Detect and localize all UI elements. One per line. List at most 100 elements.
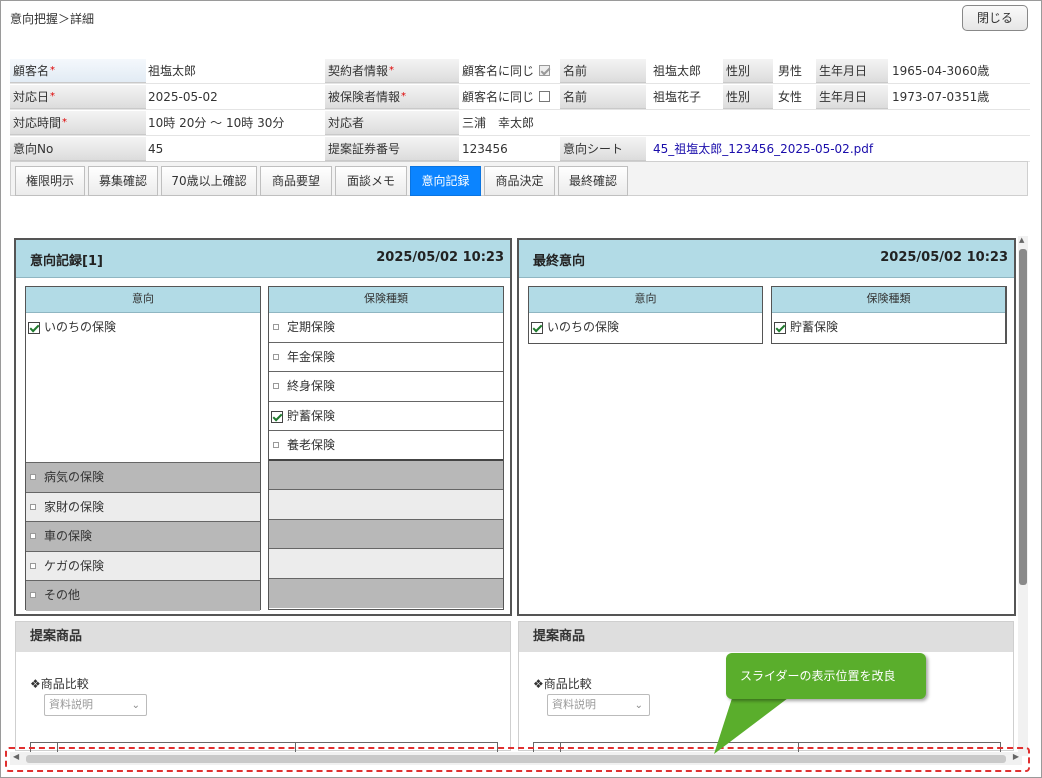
checkbox-checked-icon[interactable] [28,322,40,334]
tab-product-request[interactable]: 商品要望 [260,166,332,196]
tab-solicitation[interactable]: 募集確認 [88,166,158,196]
insured-name-value: 祖塩花子 [653,90,702,104]
final-intent-column: 意向 いのちの保険 [528,286,763,344]
scroll-up-arrow-icon[interactable]: ▲ [1019,236,1024,244]
checkbox-empty-icon[interactable] [30,474,36,480]
insured-info-label: 被保険者情報* [325,85,459,109]
contract-birth-value: 1965-04-30 [892,64,962,78]
checkbox-empty-icon[interactable] [539,91,551,102]
compare-select[interactable]: 資料説明 ⌄ [547,694,650,716]
tab-product-decision[interactable]: 商品決定 [484,166,555,196]
compare-select[interactable]: 資料説明 ⌄ [44,694,147,716]
tab-intent-record[interactable]: 意向記録 [410,166,481,196]
vertical-scrollbar[interactable]: ▲ [1018,236,1028,756]
close-button[interactable]: 閉じる [962,5,1028,31]
insured-gender-label: 性別 [723,85,773,109]
intent-item[interactable]: その他 [26,581,260,611]
proposal-panel-left: 提案商品 ❖商品比較 資料説明 ⌄ [15,621,511,757]
final-intent-panel: 最終意向 2025/05/02 10:23 意向 いのちの保険 保険種類 貯蓄保… [517,238,1016,616]
product-compare-label: ❖商品比較 [533,677,592,691]
type-empty-row [269,490,503,520]
insured-same-checkbox[interactable]: 顧客名に同じ [459,85,559,109]
handler-label: 対応者 [325,111,459,135]
intent-record-header: 意向記録[1] 2025/05/02 10:23 [16,240,510,278]
product-compare-label: ❖商品比較 [30,677,89,691]
intent-item[interactable]: 病気の保険 [26,463,260,493]
intent-item[interactable]: 車の保険 [26,522,260,552]
type-item[interactable]: 養老保険 [269,431,503,461]
checkbox-checked-icon[interactable] [271,410,283,423]
sheet-pdf-link[interactable]: 45_祖塩太郎_123456_2025-05-02.pdf [650,137,950,161]
contract-info-label: 契約者情報* [325,59,459,83]
contract-gender-label: 性別 [723,59,773,83]
final-type-column-header: 保険種類 [772,287,1005,313]
annotation-callout: スライダーの表示位置を改良 [726,653,926,699]
date-label: 対応日* [10,85,146,109]
info-row-4: 意向No 45 提案証券番号 123456 意向シート 45_祖塩太郎_1234… [10,136,1030,162]
chevron-down-icon: ⌄ [634,700,643,711]
type-item[interactable]: 定期保険 [269,313,503,343]
checkbox-empty-icon[interactable] [273,383,279,389]
tab-bar: 権限明示 募集確認 70歳以上確認 商品要望 面談メモ 意向記録 商品決定 最終… [10,161,1028,196]
insured-name-label: 名前 [560,85,646,109]
insured-age-value: 51歳 [962,90,990,104]
intent-item[interactable]: ケガの保険 [26,551,260,581]
customer-name-value: 祖塩太郎 [148,64,197,78]
vertical-scroll-thumb[interactable] [1019,249,1027,585]
intent-item[interactable]: 家財の保険 [26,492,260,522]
intent-column: 意向 いのちの保険 病気の保険 家財の保険 車の保険 ケガの保険 その他 [25,286,261,611]
tab-final-check[interactable]: 最終確認 [558,166,628,196]
insured-birth-value: 1973-07-03 [892,90,962,104]
checkbox-empty-icon[interactable] [30,592,36,598]
customer-name-label: 顧客名* [10,59,146,83]
checkbox-checked-icon[interactable] [531,322,543,334]
insurance-type-column-header: 保険種類 [269,287,503,313]
type-empty-row [269,519,503,549]
intent-no-label: 意向No [10,137,146,161]
proposal-title: 提案商品 [16,622,510,652]
intent-no-value: 45 [148,142,164,156]
intent-column-header: 意向 [26,287,260,313]
final-intent-header: 最終意向 2025/05/02 10:23 [519,240,1014,278]
insurance-type-column: 保険種類 定期保険 年金保険 終身保険 貯蓄保険 養老保険 [268,286,504,610]
checkbox-empty-icon[interactable] [30,562,36,569]
highlight-dashed-box [5,747,1030,772]
final-intent-title: 最終意向 [533,254,586,269]
final-type-column: 保険種類 貯蓄保険 [771,286,1007,344]
intent-record-datetime: 2025/05/02 10:23 [376,250,504,265]
intent-item-checked[interactable]: いのちの保険 [26,313,260,463]
final-intent-column-header: 意向 [529,287,762,313]
type-item[interactable]: 終身保険 [269,372,503,402]
checkbox-checked-icon[interactable] [774,322,786,334]
info-row-3: 対応時間* 10時 20分 ～ 10時 30分 対応者 三浦 幸太郎 [10,110,1030,136]
checkbox-checked-icon[interactable] [539,65,551,76]
final-intent-item-checked[interactable]: いのちの保険 [529,313,762,343]
final-type-item-checked[interactable]: 貯蓄保険 [772,313,1005,343]
contract-same-checkbox[interactable]: 顧客名に同じ [459,59,559,83]
chevron-down-icon: ⌄ [131,700,140,711]
intent-record-title: 意向記録[1] [30,254,103,269]
tab-over-70[interactable]: 70歳以上確認 [161,166,257,196]
tab-interview-memo[interactable]: 面談メモ [335,166,407,196]
checkbox-empty-icon[interactable] [273,353,279,360]
time-value: 10時 20分 ～ 10時 30分 [148,116,285,130]
type-item-checked[interactable]: 貯蓄保険 [269,401,503,431]
info-row-2: 対応日* 2025-05-02 被保険者情報* 顧客名に同じ 名前 祖塩花子 性… [10,84,1030,110]
tab-authority[interactable]: 権限明示 [15,166,85,196]
contract-gender-value: 男性 [778,64,803,78]
breadcrumb: 意向把握＞詳細 [10,12,95,26]
type-item[interactable]: 年金保険 [269,342,503,372]
checkbox-empty-icon[interactable] [273,324,279,330]
checkbox-empty-icon[interactable] [30,503,36,510]
info-row-1: 顧客名* 祖塩太郎 契約者情報* 顧客名に同じ 名前 祖塩太郎 性別 男性 生年… [10,58,1030,84]
checkbox-empty-icon[interactable] [30,533,36,539]
type-empty-row [269,578,503,608]
callout-pointer-icon [714,692,796,754]
insured-gender-value: 女性 [778,90,803,104]
contract-birth-label: 生年月日 [816,59,888,83]
handler-value: 三浦 幸太郎 [462,116,535,130]
proposal-no-value: 123456 [462,142,508,156]
time-label: 対応時間* [10,111,146,135]
checkbox-empty-icon[interactable] [273,442,279,448]
proposal-title: 提案商品 [519,622,1013,652]
